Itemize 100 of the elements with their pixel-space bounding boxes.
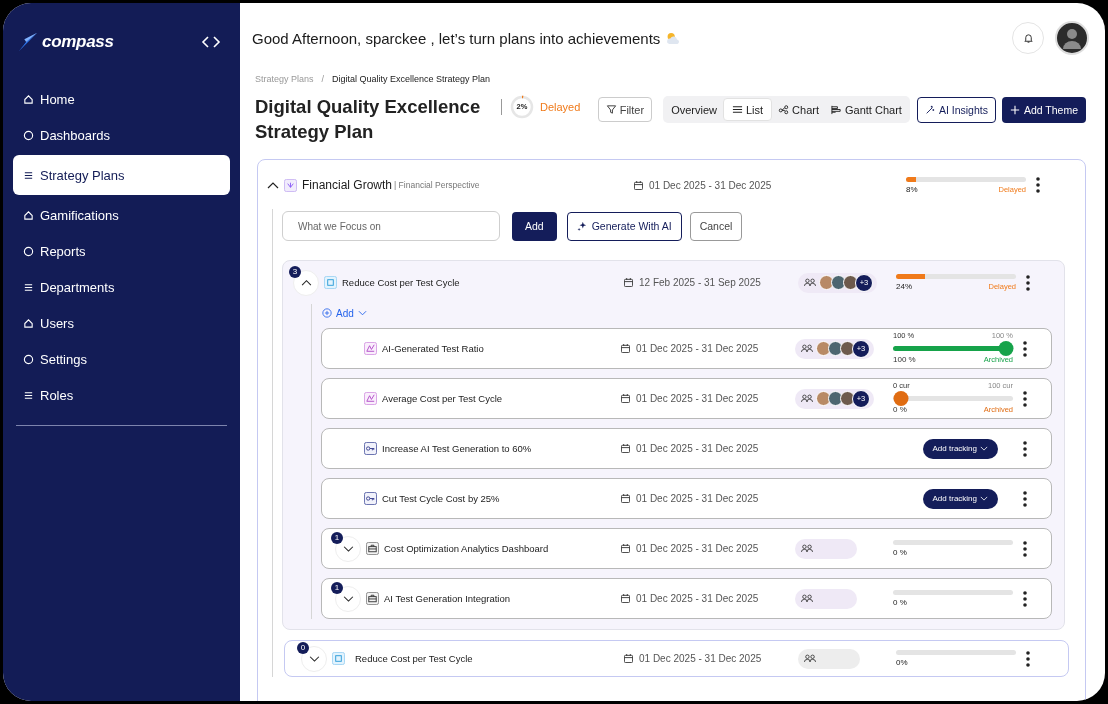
plus-icon — [1009, 104, 1020, 115]
progress-value: 0 % — [893, 405, 907, 415]
cancel-button[interactable]: Cancel — [689, 211, 743, 241]
count-badge: 1 — [331, 581, 343, 594]
briefcase-icon — [366, 592, 379, 605]
add-theme-button[interactable]: Add Theme — [1001, 96, 1086, 123]
view-tab[interactable]: Gantt Chart — [825, 98, 908, 121]
item-name: AI-Generated Test Ratio — [382, 343, 484, 354]
gantt-icon — [831, 104, 842, 115]
calendar-icon — [621, 494, 630, 503]
sidebar-item[interactable]: Gamifications — [13, 197, 230, 233]
calendar-icon — [621, 394, 630, 403]
date-range: 01 Dec 2025 - 31 Dec 2025 — [649, 179, 772, 191]
ai-insights-button[interactable]: AI Insights — [916, 96, 996, 123]
list-icon — [23, 169, 34, 181]
collapse-icon[interactable] — [201, 35, 221, 49]
sidebar-item[interactable]: Dashboards — [13, 117, 230, 153]
team-pill[interactable] — [795, 588, 857, 609]
progress-value: 0 % — [893, 548, 907, 557]
sidebar-item[interactable]: Reports — [13, 233, 230, 269]
more-options-icon[interactable] — [1023, 540, 1027, 557]
add-dropdown-link[interactable]: Add — [322, 306, 367, 320]
chevron-icon — [300, 279, 312, 286]
chevron-icon[interactable] — [267, 181, 279, 189]
people-icon — [801, 344, 813, 353]
caret-icon — [357, 310, 367, 316]
user-avatar[interactable] — [1055, 21, 1089, 55]
add-tracking-button[interactable]: Add tracking — [922, 488, 998, 509]
avatar — [843, 275, 858, 290]
more-options-icon[interactable] — [1023, 490, 1027, 507]
nodes-icon — [778, 104, 790, 115]
item-name: Increase AI Test Generation to 60% — [382, 443, 532, 454]
sidebar-item[interactable]: Roles — [13, 377, 230, 413]
date-range: 01 Dec 2025 - 31 Dec 2025 — [636, 443, 759, 454]
calendar-icon — [621, 344, 630, 353]
circle-icon — [23, 353, 34, 365]
date-range: 01 Dec 2025 - 31 Dec 2025 — [636, 543, 759, 554]
more-options-icon[interactable] — [1026, 274, 1030, 291]
people-icon — [801, 394, 813, 403]
key-icon — [364, 442, 377, 455]
count-badge: 0 — [297, 641, 309, 654]
caret-icon — [980, 496, 988, 501]
more-options-icon[interactable] — [1023, 340, 1027, 357]
view-tab[interactable]: Chart — [772, 98, 825, 121]
item-name: AI Test Generation Integration — [384, 593, 511, 604]
sidebar-item[interactable]: Settings — [13, 341, 230, 377]
date-range: 12 Feb 2025 - 31 Sep 2025 — [639, 277, 761, 288]
date-range: 01 Dec 2025 - 31 Dec 2025 — [639, 653, 762, 664]
house-icon — [23, 317, 34, 329]
item-name: Cost Optimization Analytics Dashboard — [384, 543, 549, 554]
more-options-icon[interactable] — [1023, 390, 1027, 407]
sidebar-item[interactable]: Users — [13, 305, 230, 341]
notifications-button[interactable] — [1012, 22, 1044, 54]
progress-value: 24% — [896, 282, 912, 291]
view-tab[interactable]: Overview — [665, 98, 723, 121]
avatar — [828, 391, 843, 406]
date-range: 01 Dec 2025 - 31 Dec 2025 — [636, 493, 759, 504]
team-pill[interactable] — [798, 648, 860, 669]
calendar-icon — [621, 544, 630, 553]
calendar-icon — [624, 654, 633, 663]
focus-input-field[interactable]: What we Focus on — [282, 211, 500, 241]
progress-value: 8% — [906, 184, 918, 194]
more-options-icon[interactable] — [1023, 440, 1027, 457]
list-icon — [23, 389, 34, 401]
date-range: 01 Dec 2025 - 31 Dec 2025 — [636, 343, 759, 354]
view-tab[interactable]: List — [723, 98, 773, 121]
chart-line-icon — [364, 342, 377, 355]
progress-value: 100 % — [893, 355, 916, 365]
bell-icon — [1022, 32, 1034, 44]
house-icon — [23, 209, 34, 221]
plan-title: Digital Quality Excellence Strategy Plan — [255, 95, 482, 144]
list-icon — [732, 104, 743, 115]
magic-wand-icon — [924, 104, 935, 115]
circle-icon — [23, 129, 34, 141]
chevron-icon — [342, 545, 354, 552]
avatar — [840, 341, 855, 356]
house-icon — [23, 93, 34, 105]
avatar — [816, 341, 831, 356]
count-badge: 1 — [331, 531, 343, 544]
sidebar-item[interactable]: Home — [13, 81, 230, 117]
date-range: 01 Dec 2025 - 31 Dec 2025 — [636, 393, 759, 404]
sidebar-item[interactable]: Departments — [13, 269, 230, 305]
filter-button[interactable]: Filter — [597, 97, 653, 122]
sidebar-item[interactable]: Strategy Plans — [13, 155, 230, 195]
team-pill[interactable] — [795, 538, 857, 559]
avatar — [819, 275, 834, 290]
chevron-icon — [342, 595, 354, 602]
people-icon — [801, 594, 813, 603]
people-icon — [804, 278, 816, 287]
breadcrumb-separator: / — [321, 74, 325, 84]
brand-name: compass — [42, 32, 114, 52]
objective-name: Reduce Cost per Test Cycle — [342, 277, 460, 288]
add-tracking-button[interactable]: Add tracking — [922, 438, 998, 459]
more-options-icon[interactable] — [1026, 650, 1030, 667]
list-icon — [23, 281, 34, 293]
add-button[interactable]: Add — [512, 211, 557, 241]
more-options-icon[interactable] — [1036, 177, 1040, 193]
generate-ai-button[interactable]: Generate With AI — [566, 211, 682, 241]
more-options-icon[interactable] — [1023, 590, 1027, 607]
avatar — [816, 391, 831, 406]
